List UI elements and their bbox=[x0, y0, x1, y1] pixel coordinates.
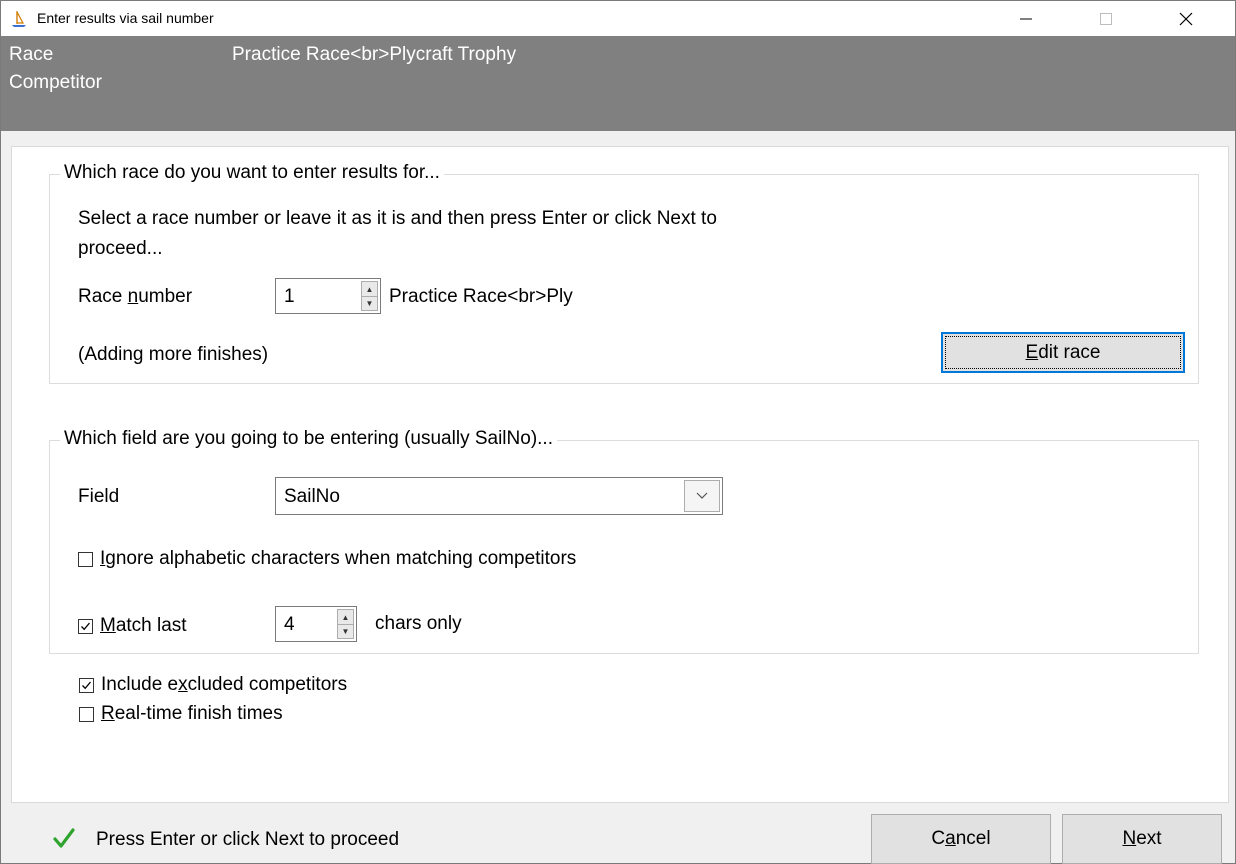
match-last-checkbox[interactable] bbox=[78, 619, 93, 634]
ignore-alpha-checkbox[interactable] bbox=[78, 552, 93, 567]
spin-up-icon[interactable]: ▲ bbox=[362, 282, 377, 297]
close-button[interactable] bbox=[1151, 1, 1221, 36]
race-number-value: 1 bbox=[284, 286, 295, 307]
race-groupbox: Which race do you want to enter results … bbox=[49, 162, 1199, 384]
cancel-button[interactable]: Cancel bbox=[871, 814, 1051, 864]
race-number-arrows[interactable]: ▲ ▼ bbox=[361, 281, 378, 311]
header-race-value: Practice Race<br>Plycraft Trophy bbox=[232, 44, 517, 65]
header-competitor-label: Competitor bbox=[9, 72, 102, 93]
edit-race-button[interactable]: Edit race bbox=[941, 332, 1185, 373]
minimize-button[interactable] bbox=[991, 1, 1061, 36]
checkmark-icon bbox=[81, 622, 90, 631]
include-excluded-checkbox[interactable] bbox=[79, 678, 94, 693]
adding-finishes-status: (Adding more finishes) bbox=[78, 344, 269, 365]
header-race-label: Race bbox=[9, 44, 54, 65]
instruction-line1: Select a race number or leave it as it i… bbox=[78, 208, 717, 229]
match-last-arrows[interactable]: ▲ ▼ bbox=[337, 609, 354, 639]
spin-down-icon[interactable]: ▼ bbox=[338, 624, 353, 638]
field-label: Field bbox=[78, 486, 120, 507]
maximize-button[interactable] bbox=[1071, 1, 1141, 36]
field-group-legend: Which field are you going to be entering… bbox=[60, 428, 557, 450]
dialog-window: Enter results via sail number Race Compe… bbox=[0, 0, 1236, 864]
race-name-text: Practice Race<br>Ply bbox=[389, 286, 573, 307]
realtime-finish-label: Real-time finish times bbox=[101, 703, 283, 724]
spin-down-icon[interactable]: ▼ bbox=[362, 296, 377, 310]
race-number-label: Race number bbox=[78, 286, 193, 307]
realtime-finish-checkbox[interactable] bbox=[79, 707, 94, 722]
field-select-value: SailNo bbox=[284, 486, 340, 507]
main-panel: Which race do you want to enter results … bbox=[11, 146, 1229, 803]
spin-up-icon[interactable]: ▲ bbox=[338, 610, 353, 625]
sailboat-icon bbox=[11, 10, 27, 28]
field-select[interactable]: SailNo bbox=[275, 477, 723, 515]
close-icon bbox=[1179, 12, 1193, 25]
match-last-spinner[interactable]: 4 ▲ ▼ bbox=[275, 606, 357, 642]
ignore-alpha-label: Ignore alphabetic characters when matchi… bbox=[100, 548, 577, 569]
title-bar: Enter results via sail number bbox=[1, 1, 1235, 36]
green-check-icon bbox=[53, 827, 75, 854]
checkmark-icon bbox=[82, 681, 91, 690]
include-excluded-label: Include excluded competitors bbox=[101, 674, 348, 695]
minimize-icon bbox=[1020, 18, 1032, 19]
next-button[interactable]: Next bbox=[1062, 814, 1222, 864]
match-last-value: 4 bbox=[284, 614, 295, 635]
match-last-label: Match last bbox=[100, 615, 187, 636]
race-group-legend: Which race do you want to enter results … bbox=[60, 162, 444, 184]
window-title: Enter results via sail number bbox=[37, 10, 214, 26]
race-header: Race Competitor Practice Race<br>Plycraf… bbox=[1, 36, 1235, 131]
instruction-line2: proceed... bbox=[78, 238, 163, 259]
race-number-spinner[interactable]: 1 ▲ ▼ bbox=[275, 278, 381, 314]
chars-only-label: chars only bbox=[375, 613, 462, 634]
footer-hint: Press Enter or click Next to proceed bbox=[96, 829, 400, 850]
maximize-icon bbox=[1100, 12, 1112, 25]
chevron-down-icon[interactable] bbox=[684, 480, 720, 512]
field-groupbox: Which field are you going to be entering… bbox=[49, 428, 1199, 654]
